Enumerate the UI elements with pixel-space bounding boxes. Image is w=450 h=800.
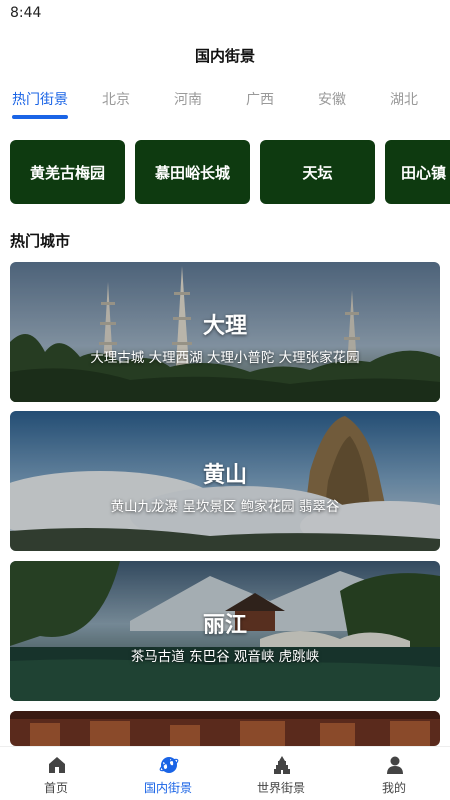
nav-label: 我的 xyxy=(381,781,406,795)
section-title: 热门城市 xyxy=(10,232,71,250)
nav-label: 首页 xyxy=(43,781,68,795)
city-spots: 大理古城 大理西湖 大理小普陀 大理张家花园 xyxy=(90,350,360,366)
city-card-next[interactable] xyxy=(10,711,440,746)
nav-label: 国内街景 xyxy=(143,781,192,795)
spot-button[interactable]: 田心镇 xyxy=(385,140,450,204)
spot-button[interactable]: 慕田峪长城 xyxy=(135,140,250,204)
city-card-dali[interactable]: 大理 大理古城 大理西湖 大理小普陀 大理张家花园 xyxy=(10,262,440,402)
spot-button[interactable]: 天坛 xyxy=(260,140,375,204)
page-title: 国内街景 xyxy=(194,47,255,65)
app-header: 国内街景 xyxy=(0,40,450,72)
tab-hubei[interactable]: 湖北 xyxy=(390,86,418,118)
home-icon xyxy=(49,757,65,773)
city-name: 丽江 xyxy=(202,613,247,638)
globe-icon xyxy=(159,757,179,773)
city-spots: 黄山九龙瀑 呈坎景区 鲍家花园 翡翠谷 xyxy=(110,499,340,515)
tab-guangxi[interactable]: 广西 xyxy=(246,86,274,118)
city-name: 大理 xyxy=(202,314,247,339)
city-spots: 茶马古道 东巴谷 观音峡 虎跳峡 xyxy=(130,649,320,665)
nav-world[interactable]: 世界街景 xyxy=(225,747,337,800)
nav-home[interactable]: 首页 xyxy=(0,747,112,800)
bottom-nav: 首页 国内街景 世界街景 我的 xyxy=(0,746,450,800)
nav-label: 世界街景 xyxy=(256,781,305,795)
nav-domestic[interactable]: 国内街景 xyxy=(112,747,224,800)
tab-henan[interactable]: 河南 xyxy=(174,86,202,118)
tab-indicator xyxy=(12,115,68,119)
status-time: 8:44 xyxy=(10,5,42,21)
next-city-photo xyxy=(10,711,440,746)
status-bar: 8:44 xyxy=(0,0,450,26)
city-card-huangshan[interactable]: 黄山 黄山九龙瀑 呈坎景区 鲍家花园 翡翠谷 xyxy=(10,411,440,551)
landmark-icon xyxy=(274,756,290,774)
nav-mine[interactable]: 我的 xyxy=(338,747,450,800)
spot-button[interactable]: 黄羌古梅园 xyxy=(10,140,125,204)
tab-hot[interactable]: 热门街景 xyxy=(12,86,68,118)
hot-spots-row: 黄羌古梅园 慕田峪长城 天坛 田心镇 xyxy=(0,140,450,206)
city-card-lijiang[interactable]: 丽江 茶马古道 东巴谷 观音峡 虎跳峡 xyxy=(10,561,440,701)
city-name: 黄山 xyxy=(202,463,247,488)
person-icon xyxy=(387,756,403,774)
tab-anhui[interactable]: 安徽 xyxy=(318,86,346,118)
tab-beijing[interactable]: 北京 xyxy=(102,86,130,118)
